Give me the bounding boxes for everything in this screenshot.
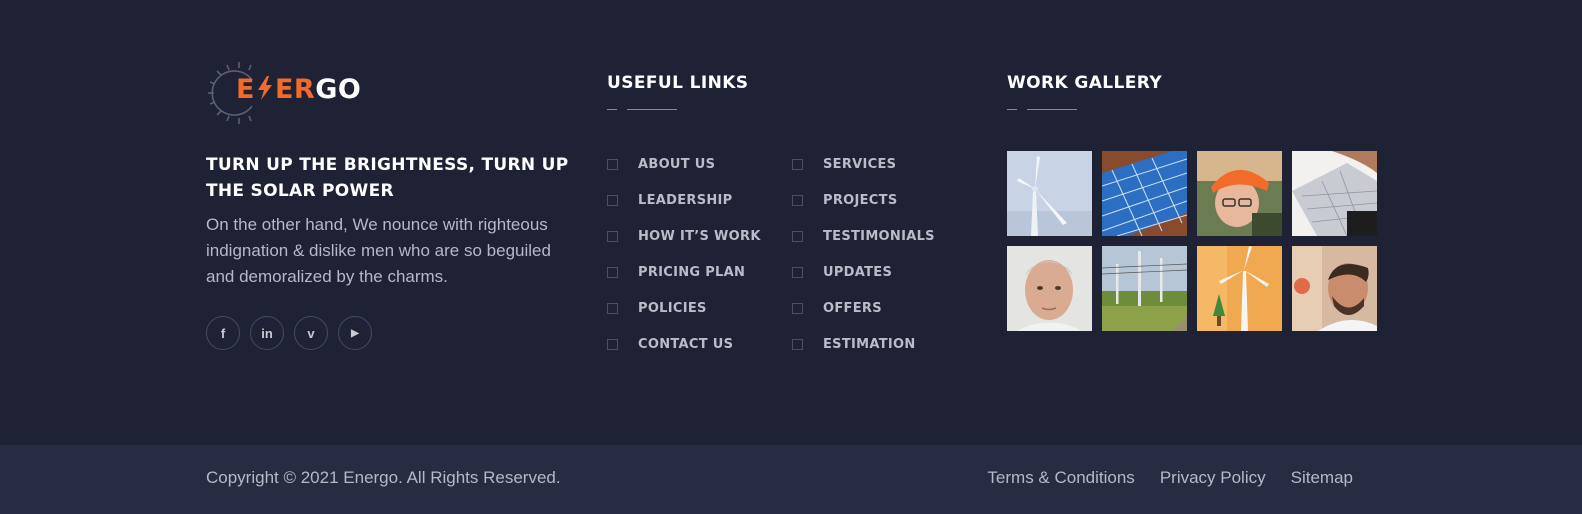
square-bullet-icon [607, 302, 618, 314]
sitemap-link[interactable]: Sitemap [1291, 468, 1353, 488]
square-bullet-icon [607, 194, 618, 206]
footer-link-projects[interactable]: PROJECTS [792, 182, 935, 218]
gallery-image-turbine-model[interactable] [1197, 246, 1282, 331]
square-bullet-icon [792, 266, 803, 278]
useful-links-heading: USEFUL LINKS [607, 73, 749, 93]
square-bullet-icon [792, 230, 803, 242]
vimeo-icon[interactable]: v [294, 316, 328, 350]
square-bullet-icon [607, 338, 618, 350]
square-bullet-icon [607, 158, 618, 170]
gallery-image-smiling-man[interactable] [1292, 246, 1377, 331]
square-bullet-icon [607, 266, 618, 278]
footer-tagline: TURN UP THE BRIGHTNESS, TURN UP THE SOLA… [206, 155, 569, 201]
footer-link-about-us[interactable]: ABOUT US [607, 146, 761, 182]
about-description: On the other hand, We nounce with righte… [206, 215, 551, 286]
square-bullet-icon [792, 158, 803, 170]
copyright-text: Copyright © 2021 Energo. All Rights Rese… [206, 468, 561, 487]
privacy-policy-link[interactable]: Privacy Policy [1160, 468, 1266, 488]
work-gallery-grid [1007, 151, 1377, 331]
legal-links: Terms & Conditions Privacy Policy Sitema… [987, 468, 1353, 488]
footer-link-updates[interactable]: UPDATES [792, 254, 935, 290]
logo-wordmark: E ERGO [236, 74, 362, 105]
gallery-image-man-portrait[interactable] [1007, 246, 1092, 331]
energo-logo[interactable]: E ERGO [206, 60, 366, 126]
footer-link-how-its-work[interactable]: HOW IT’S WORK [607, 218, 761, 254]
useful-links-column-1: ABOUT US LEADERSHIP HOW IT’S WORK PRICIN… [607, 146, 761, 362]
square-bullet-icon [792, 302, 803, 314]
footer-link-services[interactable]: SERVICES [792, 146, 935, 182]
footer-link-offers[interactable]: OFFERS [792, 290, 935, 326]
gallery-image-engineer-hard-hat[interactable] [1197, 151, 1282, 236]
gallery-image-wind-turbine[interactable] [1007, 151, 1092, 236]
footer-link-contact-us[interactable]: CONTACT US [607, 326, 761, 362]
work-gallery-heading: WORK GALLERY [1007, 73, 1163, 93]
gallery-image-solar-panel-closeup[interactable] [1292, 151, 1377, 236]
square-bullet-icon [792, 194, 803, 206]
social-links: f in v ▶ [206, 316, 372, 350]
useful-links-column-2: SERVICES PROJECTS TESTIMONIALS UPDATES O… [792, 146, 935, 362]
footer-link-estimation[interactable]: ESTIMATION [792, 326, 935, 362]
footer-link-policies[interactable]: POLICIES [607, 290, 761, 326]
square-bullet-icon [607, 230, 618, 242]
youtube-icon[interactable]: ▶ [338, 316, 372, 350]
linkedin-icon[interactable]: in [250, 316, 284, 350]
footer-link-pricing-plan[interactable]: PRICING PLAN [607, 254, 761, 290]
lightning-bolt-icon [257, 76, 272, 100]
terms-conditions-link[interactable]: Terms & Conditions [987, 468, 1134, 488]
square-bullet-icon [792, 338, 803, 350]
gallery-image-solar-panel[interactable] [1102, 151, 1187, 236]
footer-link-testimonials[interactable]: TESTIMONIALS [792, 218, 935, 254]
footer-link-leadership[interactable]: LEADERSHIP [607, 182, 761, 218]
gallery-image-power-lines-field[interactable] [1102, 246, 1187, 331]
facebook-icon[interactable]: f [206, 316, 240, 350]
